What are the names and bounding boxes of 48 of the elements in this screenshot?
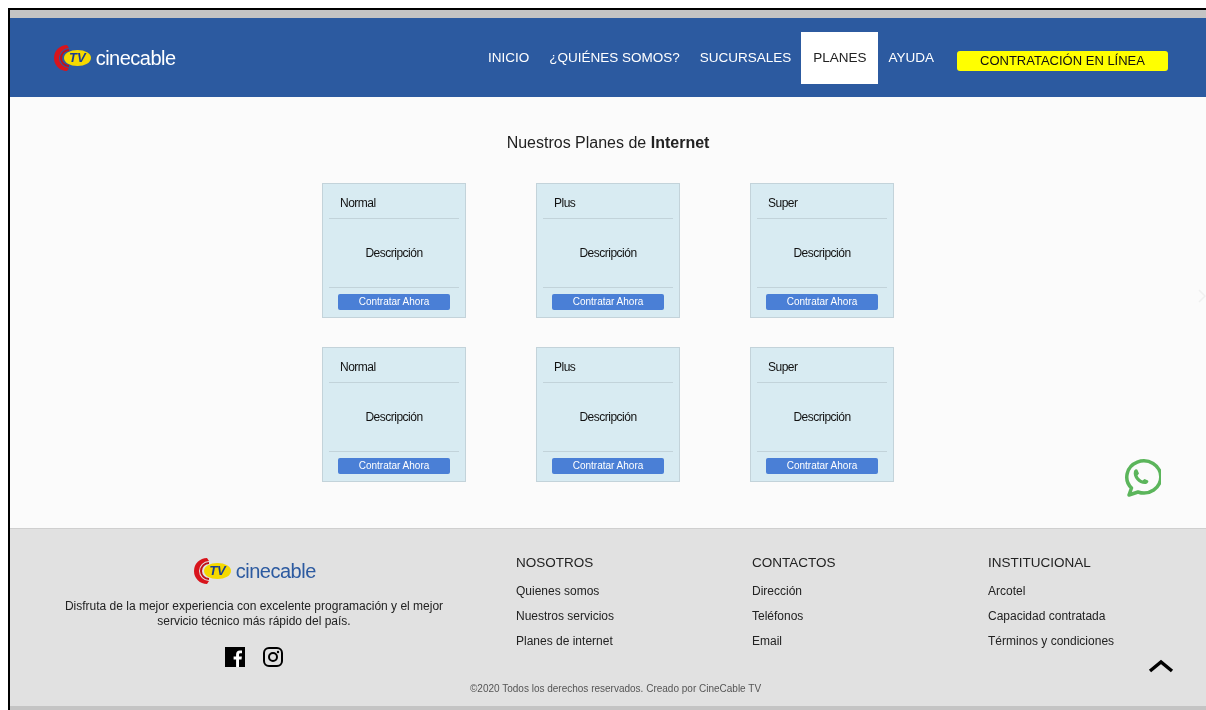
- plan-description: Descripción: [329, 219, 459, 288]
- footer-heading: CONTACTOS: [752, 554, 837, 572]
- contract-button[interactable]: Contratar Ahora: [338, 294, 450, 310]
- footer-link[interactable]: Términos y condiciones: [988, 629, 1206, 655]
- contract-button[interactable]: Contratar Ahora: [552, 294, 664, 310]
- plan-name: Super: [757, 348, 887, 383]
- footer-link[interactable]: Quienes somos: [516, 579, 734, 605]
- plan-name: Plus: [543, 184, 673, 219]
- nav-link[interactable]: INICIO: [477, 31, 540, 84]
- plan-description: Descripción: [757, 383, 887, 452]
- footer-link[interactable]: Teléfonos: [752, 604, 970, 630]
- plan-description: Descripción: [329, 383, 459, 452]
- footer-link[interactable]: Capacidad contratada: [988, 604, 1206, 630]
- tagline-text: Disfruta de la mejor experiencia con excelente programación y el mejor servicio técnico más rápido del país.: [63, 599, 445, 629]
- logo-badge: TV: [64, 49, 91, 66]
- logo-text[interactable]: cinecable: [95, 42, 176, 73]
- logo-arcs-icon: [52, 43, 70, 72]
- facebook-icon[interactable]: [225, 647, 245, 667]
- contract-button[interactable]: Contratar Ahora: [766, 294, 878, 310]
- caret-up-icon[interactable]: [1148, 659, 1174, 673]
- footer-link[interactable]: Nuestros servicios: [516, 604, 734, 630]
- footer-heading: INSTITUCIONAL: [988, 554, 1092, 572]
- plan-description: Descripción: [757, 219, 887, 288]
- footer-link[interactable]: Dirección: [752, 579, 970, 605]
- cta-button[interactable]: CONTRATACIÓN EN LÍNEA: [957, 50, 1168, 71]
- plan-name: Normal: [329, 184, 459, 219]
- contract-button[interactable]: Contratar Ahora: [766, 458, 878, 474]
- footer-link[interactable]: Planes de internet: [516, 629, 734, 655]
- contract-button[interactable]: Contratar Ahora: [338, 458, 450, 474]
- plan-description: Descripción: [543, 219, 673, 288]
- plan-name: Super: [757, 184, 887, 219]
- contract-button[interactable]: Contratar Ahora: [552, 458, 664, 474]
- footer-link[interactable]: Arcotel: [988, 579, 1206, 605]
- plan-name: Plus: [543, 348, 673, 383]
- nav-link[interactable]: SUCURSALES: [689, 31, 802, 84]
- section-title: Nuestros Planes de Internet: [506, 133, 710, 153]
- instagram-icon[interactable]: [263, 647, 283, 667]
- plan-description: Descripción: [543, 383, 673, 452]
- plan-name: Normal: [329, 348, 459, 383]
- nav-link[interactable]: PLANES: [801, 31, 879, 84]
- logo-arcs-icon: [192, 557, 211, 585]
- logo-text[interactable]: cinecable: [235, 556, 316, 586]
- nav-link[interactable]: ¿QUIÉNES SOMOS?: [539, 31, 690, 84]
- footer-link[interactable]: Email: [752, 629, 970, 655]
- copyright-text: ©2020 Todos los derechos reservados. Creado por CineCable TV: [470, 682, 762, 696]
- footer-heading: NOSOTROS: [516, 554, 595, 572]
- nav-link[interactable]: AYUDA: [878, 31, 944, 84]
- logo-badge: TV: [204, 563, 231, 579]
